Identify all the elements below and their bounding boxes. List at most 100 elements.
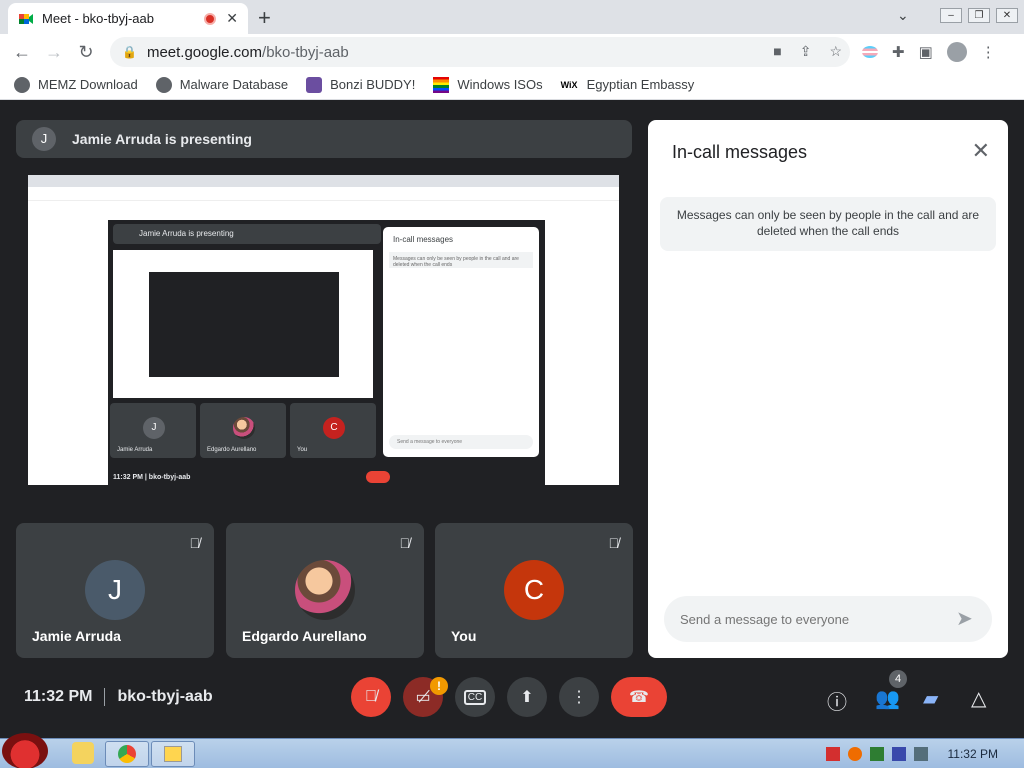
- quick-launch-icon[interactable]: [72, 742, 94, 764]
- browser-tab-meet[interactable]: Meet - bko-tbyj-aab ✕: [8, 3, 248, 34]
- bookmark-egyptian-embassy[interactable]: WiX Egyptian Embassy: [561, 77, 695, 93]
- mic-off-icon: 🎙̸: [608, 535, 620, 551]
- nested-meet-view: [149, 272, 339, 377]
- participant-tile-jamie[interactable]: 🎙̸ J Jamie Arruda: [16, 523, 214, 658]
- participant-name: Edgardo Aurellano: [242, 628, 367, 644]
- side-panel-icon[interactable]: ▣: [919, 43, 933, 61]
- network-icon[interactable]: [891, 747, 906, 761]
- new-tab-button[interactable]: +: [258, 5, 271, 31]
- people-icon[interactable]: 👥: [875, 686, 900, 711]
- shared-chat-title: In-call messages: [393, 235, 454, 244]
- url-path: /bko-tbyj-aab: [262, 43, 349, 61]
- chat-message-input[interactable]: [664, 596, 992, 642]
- participant-tile-edgardo[interactable]: 🎙̸ Edgardo Aurellano: [226, 523, 424, 658]
- shared-bookmarks-bar: [28, 201, 619, 211]
- bonzi-icon: [306, 76, 323, 93]
- taskbar-clock[interactable]: 11:32 PM: [948, 747, 998, 761]
- more-options-button[interactable]: ⋮: [559, 677, 599, 717]
- bookmark-malware-database[interactable]: Malware Database: [155, 76, 288, 93]
- chat-title: In-call messages: [672, 142, 808, 162]
- tab-search-chevron-icon[interactable]: ⌄: [897, 7, 909, 24]
- wix-icon: WiX: [560, 79, 578, 90]
- chrome-icon: [118, 745, 136, 763]
- phone-hangup-icon: ☎: [629, 689, 649, 706]
- app-icon: [164, 746, 182, 762]
- send-icon[interactable]: ➤: [956, 606, 973, 631]
- captions-button[interactable]: CC: [455, 677, 495, 717]
- meeting-info-icon[interactable]: ⓘ: [827, 686, 847, 715]
- windows-taskbar: 11:32 PM: [0, 733, 1024, 768]
- captions-icon: CC: [463, 689, 487, 705]
- camera-warning-badge: !: [430, 677, 448, 695]
- chat-icon[interactable]: ▰: [923, 686, 938, 711]
- participant-name: Jamie Arruda: [32, 628, 121, 644]
- forward-arrow-icon[interactable]: →: [38, 42, 70, 63]
- volume-icon[interactable]: [913, 747, 928, 761]
- bookmarks-bar: MEMZ Download Malware Database Bonzi BUD…: [0, 70, 1024, 100]
- bookmark-memz[interactable]: MEMZ Download: [14, 76, 138, 93]
- mic-toggle-button[interactable]: 🎙̸: [351, 677, 391, 717]
- close-window-button[interactable]: ✕: [996, 7, 1018, 23]
- reload-icon[interactable]: ↻: [70, 42, 102, 63]
- taskbar-app-2[interactable]: [151, 741, 195, 767]
- start-button-angry-bird-icon[interactable]: [2, 733, 48, 768]
- search-tray-icon[interactable]: [847, 747, 862, 761]
- lock-icon[interactable]: 🔒: [122, 45, 137, 59]
- rainbow-flag-icon: [433, 76, 450, 93]
- taskbar-chrome-app[interactable]: [105, 741, 149, 767]
- presenting-banner: J Jamie Arruda is presenting: [16, 120, 632, 158]
- chrome-menu-icon[interactable]: ⋮: [981, 43, 996, 61]
- browser-tab-strip: Meet - bko-tbyj-aab ✕ + ⌄ – ❐ ✕: [0, 0, 1024, 34]
- participant-tile-you[interactable]: 🎙̸ C You: [435, 523, 633, 658]
- tab-close-icon[interactable]: ✕: [226, 10, 238, 27]
- shared-presenting-banner: Jamie Arruda is presenting: [113, 224, 381, 244]
- battery-icon[interactable]: [869, 747, 884, 761]
- bookmark-bonzi-buddy[interactable]: Bonzi BUDDY!: [306, 76, 415, 93]
- present-screen-icon: ⬆: [520, 689, 534, 706]
- bookmark-windows-isos[interactable]: Windows ISOs: [433, 76, 543, 93]
- camera-permission-icon[interactable]: ■: [773, 43, 781, 60]
- shared-chat-note: Messages can only be seen by people in t…: [389, 252, 533, 268]
- close-icon[interactable]: ✕: [972, 138, 990, 164]
- extension-flag-icon[interactable]: [862, 46, 878, 58]
- end-call-button[interactable]: ☎: [611, 677, 667, 717]
- meeting-code: bko-tbyj-aab: [117, 688, 213, 705]
- shared-tab-strip: [28, 175, 619, 187]
- window-controls: – ❐ ✕: [940, 0, 1024, 30]
- avatar: J: [85, 560, 145, 620]
- back-arrow-icon[interactable]: ←: [6, 42, 38, 63]
- shared-end-call-icon: [366, 471, 390, 483]
- shared-chat-panel: In-call messages Messages can only be se…: [383, 227, 539, 457]
- presenter-avatar: J: [32, 127, 56, 151]
- security-alert-icon[interactable]: [825, 747, 840, 761]
- activities-icon[interactable]: △: [971, 686, 986, 711]
- divider: [104, 688, 106, 706]
- address-bar[interactable]: 🔒 meet.google.com/bko-tbyj-aab ■ ⇪ ☆: [110, 37, 850, 67]
- tab-title: Meet - bko-tbyj-aab: [42, 11, 154, 26]
- avatar: C: [504, 560, 564, 620]
- minimize-button[interactable]: –: [940, 7, 962, 23]
- extensions-puzzle-icon[interactable]: ✚: [892, 43, 905, 61]
- meet-favicon-icon: [18, 11, 34, 27]
- profile-avatar-icon[interactable]: [946, 42, 967, 62]
- mic-off-icon: 🎙̸: [189, 535, 201, 551]
- shared-footer: 11:32 PM | bko-tbyj-aab: [113, 474, 191, 481]
- present-button[interactable]: ⬆: [507, 677, 547, 717]
- presenting-text: Jamie Arruda is presenting: [72, 131, 252, 147]
- shared-tile-edgardo: Edgardo Aurellano: [200, 403, 286, 458]
- camera-off-icon: ▭̸: [415, 689, 431, 706]
- globe-icon: [155, 76, 172, 93]
- bookmark-star-icon[interactable]: ☆: [829, 43, 842, 60]
- shared-nested-screen: [113, 250, 373, 398]
- shared-meet-view: Jamie Arruda is presenting In-call messa…: [108, 220, 545, 485]
- shared-screen: Jamie Arruda is presenting In-call messa…: [28, 175, 619, 485]
- shared-tile-you: C You: [290, 403, 376, 458]
- chat-info-note: Messages can only be seen by people in t…: [660, 197, 996, 251]
- mic-off-icon: 🎙̸: [399, 535, 411, 551]
- browser-toolbar: ← → ↻ 🔒 meet.google.com/bko-tbyj-aab ■ ⇪…: [0, 34, 1024, 70]
- url-host: meet.google.com: [146, 43, 263, 61]
- avatar-photo: [295, 560, 355, 620]
- maximize-button[interactable]: ❐: [968, 7, 990, 23]
- in-call-messages-panel: In-call messages ✕ Messages can only be …: [648, 120, 1008, 658]
- share-icon[interactable]: ⇪: [800, 43, 812, 60]
